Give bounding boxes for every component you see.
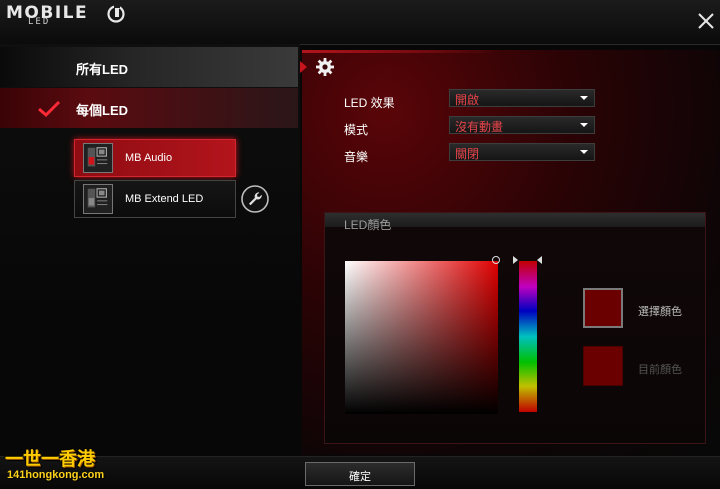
ok-button-label: 確定 bbox=[349, 471, 371, 483]
color-picker-handle[interactable] bbox=[492, 256, 500, 264]
app-window: MOBILE LED 所有LED 每個LED MB Audio MB Exten… bbox=[0, 0, 720, 489]
chevron-down-icon bbox=[580, 150, 588, 154]
device-mb-extend-led[interactable]: MB Extend LED bbox=[74, 180, 236, 218]
logo-sub-text: LED bbox=[28, 17, 51, 27]
device-mb-audio-label: MB Audio bbox=[125, 152, 173, 164]
current-color-swatch bbox=[583, 346, 623, 386]
panel-pointer-arrow bbox=[300, 61, 307, 73]
motherboard-icon bbox=[83, 184, 113, 214]
title-bar: MOBILE LED bbox=[0, 0, 720, 45]
led-effect-label: LED 效果 bbox=[344, 96, 395, 110]
left-panel: 所有LED 每個LED bbox=[0, 44, 300, 314]
led-effect-value: 開啟 bbox=[455, 93, 480, 107]
watermark-line2: 141hongkong.com bbox=[7, 469, 105, 481]
chevron-down-icon bbox=[580, 123, 588, 127]
check-icon bbox=[38, 100, 61, 118]
wrench-icon[interactable] bbox=[240, 184, 270, 214]
music-select[interactable]: 關閉 bbox=[449, 143, 595, 161]
motherboard-icon bbox=[83, 143, 113, 173]
watermark-line1: 一世一香港 bbox=[5, 449, 95, 469]
panel-header-line bbox=[302, 50, 502, 53]
nav-each-led[interactable]: 每個LED bbox=[0, 88, 298, 128]
current-color-label: 目前顏色 bbox=[638, 364, 682, 376]
chevron-down-icon bbox=[580, 96, 588, 100]
led-effect-select[interactable]: 開啟 bbox=[449, 89, 595, 107]
gear-icon[interactable] bbox=[315, 57, 335, 77]
ok-button[interactable]: 確定 bbox=[305, 462, 415, 486]
mode-select[interactable]: 沒有動畫 bbox=[449, 116, 595, 134]
color-picker-area[interactable] bbox=[345, 261, 498, 414]
selected-color-swatch[interactable] bbox=[583, 288, 623, 328]
mode-value: 沒有動畫 bbox=[455, 120, 504, 134]
hue-slider-handle-left[interactable] bbox=[513, 256, 518, 264]
led-color-title: LED顏色 bbox=[344, 218, 392, 232]
mode-label: 模式 bbox=[344, 123, 369, 137]
hue-slider[interactable] bbox=[519, 261, 537, 412]
app-logo: MOBILE LED bbox=[6, 3, 126, 27]
nav-each-led-label: 每個LED bbox=[76, 103, 129, 118]
nav-all-led[interactable]: 所有LED bbox=[0, 47, 298, 87]
nav-all-led-label: 所有LED bbox=[76, 62, 129, 77]
device-mb-extend-led-label: MB Extend LED bbox=[125, 193, 204, 205]
selected-color-label: 選擇顏色 bbox=[638, 306, 682, 318]
music-value: 關閉 bbox=[455, 147, 480, 161]
logo-mark-icon bbox=[107, 4, 125, 23]
hue-slider-handle-right[interactable] bbox=[537, 256, 542, 264]
site-watermark: 一世一香港 141hongkong.com bbox=[5, 445, 125, 485]
device-mb-audio[interactable]: MB Audio bbox=[74, 139, 236, 177]
music-label: 音樂 bbox=[344, 150, 369, 164]
close-icon[interactable] bbox=[694, 9, 718, 33]
